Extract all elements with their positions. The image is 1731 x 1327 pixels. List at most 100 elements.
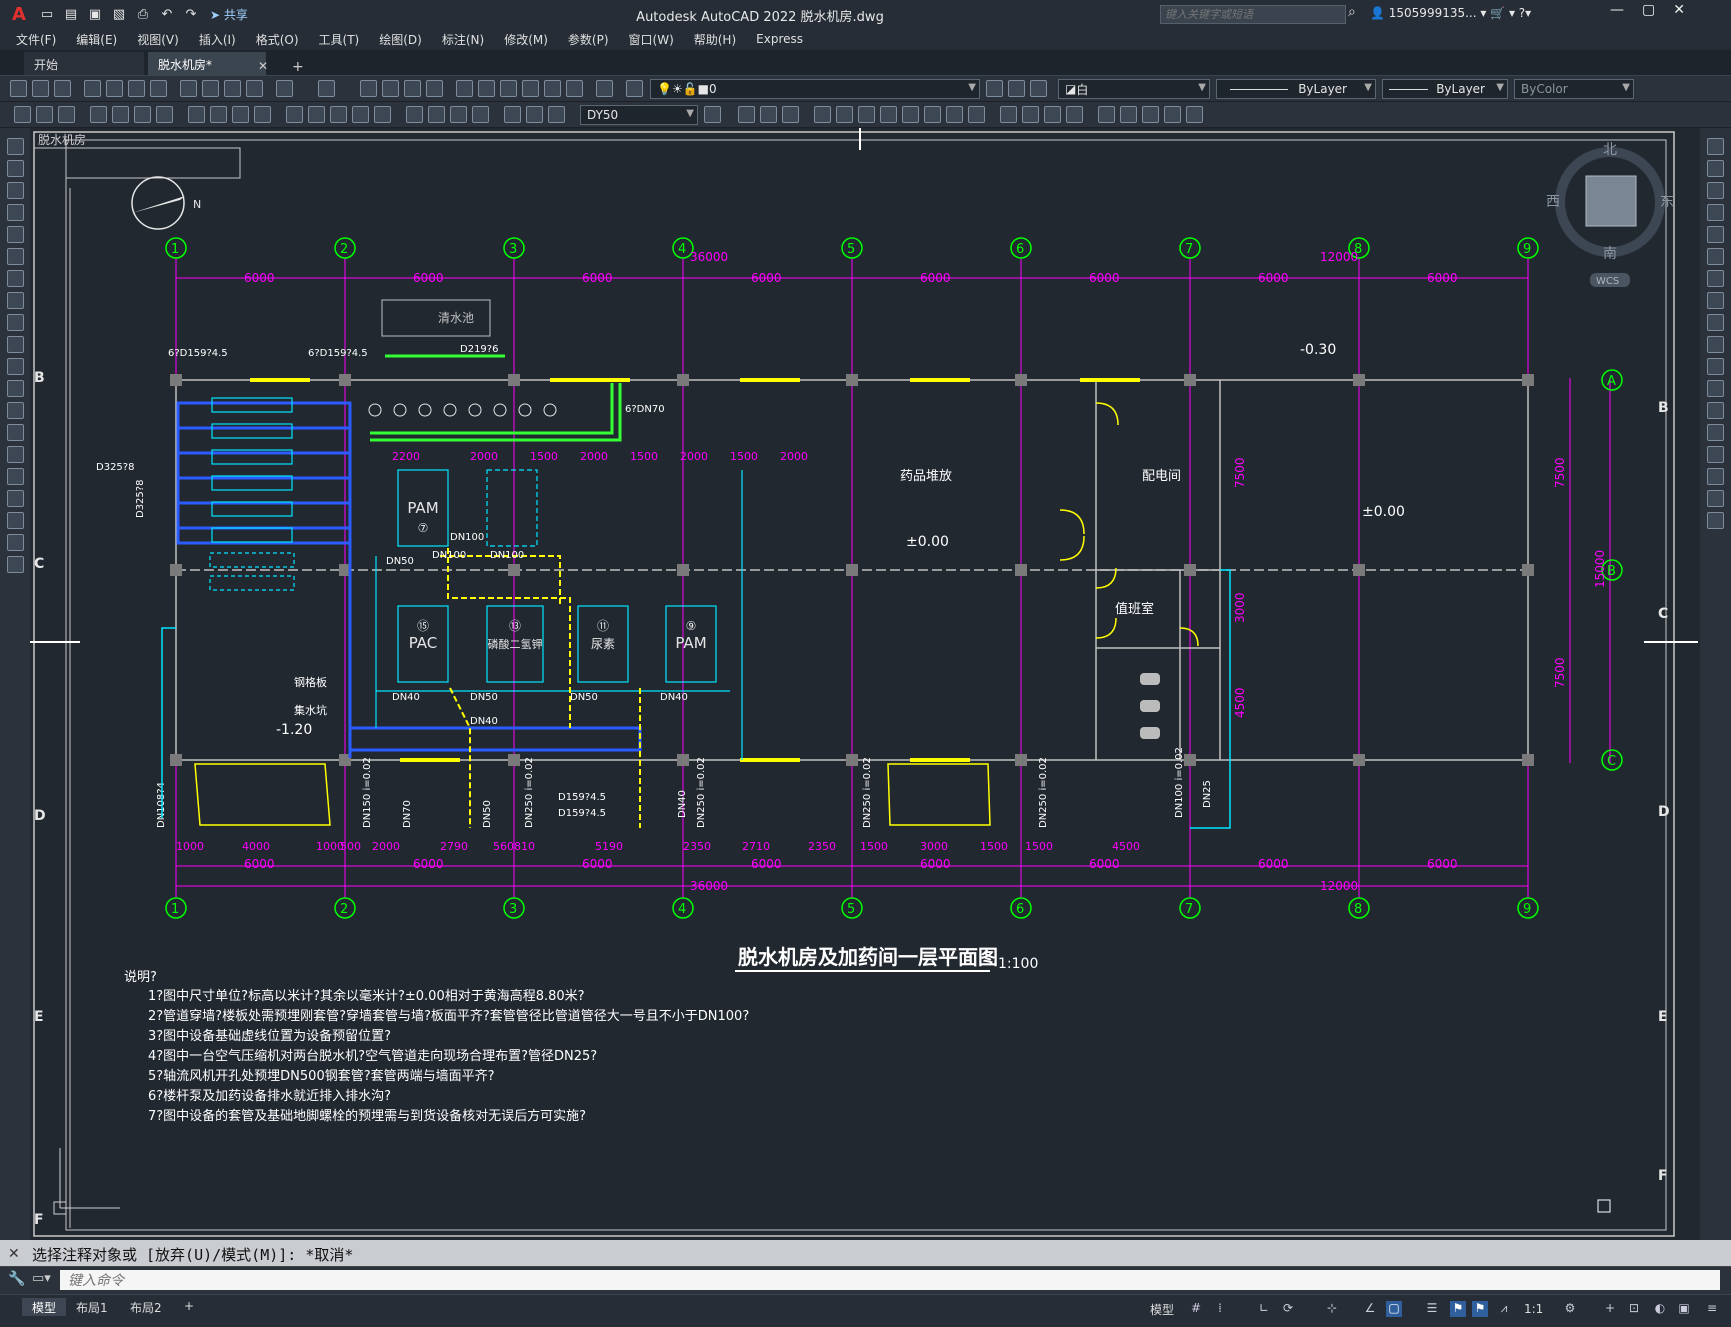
ellipse-icon[interactable]	[7, 336, 24, 353]
search-input[interactable]	[1160, 5, 1346, 24]
dynamic-ucs-icon[interactable]: ▢	[1386, 1301, 1402, 1317]
customize-icon[interactable]: ≡	[1704, 1301, 1720, 1317]
hatch-icon[interactable]	[7, 446, 24, 463]
search-icon[interactable]: ⌕	[1348, 4, 1368, 24]
r-erase-icon[interactable]	[1707, 138, 1724, 155]
r-rotate-icon[interactable]	[1707, 270, 1724, 287]
layer-manager-icon[interactable]	[626, 80, 643, 97]
qnew-icon[interactable]	[10, 80, 27, 97]
command-recent-icon[interactable]: ▭▾	[32, 1271, 51, 1286]
calculator-icon[interactable]	[566, 80, 583, 97]
polyline-icon[interactable]	[7, 182, 24, 199]
ortho-toggle-icon[interactable]: ∟	[1256, 1301, 1272, 1317]
dim-linear-icon[interactable]	[90, 106, 107, 123]
share-button[interactable]: ➤ 共享	[210, 6, 248, 23]
linetype-combo[interactable]: ByLayer ▼	[1216, 79, 1376, 99]
annotation-visibility-icon[interactable]: ⚑	[1450, 1301, 1466, 1317]
maximize-button[interactable]: ▢	[1642, 2, 1655, 18]
units-icon[interactable]: ⊡	[1626, 1301, 1642, 1317]
annotation-monitor-icon[interactable]: +	[1602, 1301, 1618, 1317]
menu-parameter[interactable]: 参数(P)	[568, 31, 609, 48]
dim-update-icon[interactable]	[548, 106, 565, 123]
model-space-button[interactable]: 模型	[1150, 1301, 1174, 1318]
construction-line-icon[interactable]	[7, 160, 24, 177]
dim-continue-icon[interactable]	[330, 106, 347, 123]
arc-icon[interactable]	[7, 248, 24, 265]
redo-tool-icon[interactable]	[318, 80, 335, 97]
tab-layout2[interactable]: 布局2	[120, 1298, 172, 1316]
dim-baseline-icon[interactable]	[308, 106, 325, 123]
blend-icon[interactable]	[1120, 106, 1137, 123]
plotstyle-combo[interactable]: ByColor ▼	[1514, 79, 1634, 99]
menu-help[interactable]: 帮助(H)	[694, 31, 736, 48]
layer-combo[interactable]: 💡☀🔓■ 0 ▼	[650, 79, 980, 99]
dimstyle-combo[interactable]: DY50 ▼	[580, 105, 698, 125]
cut-icon[interactable]	[150, 80, 167, 97]
undo-icon[interactable]: ↶	[156, 3, 178, 25]
line-icon[interactable]	[7, 138, 24, 155]
ws-settings-icon[interactable]	[58, 106, 75, 123]
zoom-realtime-icon[interactable]	[382, 80, 399, 97]
revcloud-icon[interactable]	[7, 292, 24, 309]
tab-layout1[interactable]: 布局1	[66, 1298, 118, 1316]
tool-palette-icon[interactable]	[500, 80, 517, 97]
trim-icon[interactable]	[946, 106, 963, 123]
chamfer-icon[interactable]	[1044, 106, 1061, 123]
copy-obj-icon[interactable]	[760, 106, 777, 123]
dim-jogged-icon[interactable]	[210, 106, 227, 123]
dim-aligned-icon[interactable]	[112, 106, 129, 123]
offset-icon[interactable]	[814, 106, 831, 123]
stretch-icon[interactable]	[924, 106, 941, 123]
dim-space-icon[interactable]	[352, 106, 369, 123]
r-break-icon[interactable]	[1707, 380, 1724, 397]
mirror-icon[interactable]	[782, 106, 799, 123]
menu-draw[interactable]: 绘图(D)	[379, 31, 422, 48]
grid-toggle-icon[interactable]: #	[1188, 1301, 1204, 1317]
r-pedit-icon[interactable]	[1707, 512, 1724, 529]
user-account[interactable]: 👤 1505999135... ▾ 🛒 ▾ ?▾	[1370, 6, 1531, 20]
command-wrench-icon[interactable]: 🔧	[8, 1271, 25, 1287]
menu-modify[interactable]: 修改(M)	[504, 31, 548, 48]
point-icon[interactable]	[7, 424, 24, 441]
r-chamfer-icon[interactable]	[1707, 424, 1724, 441]
circle-icon[interactable]	[7, 270, 24, 287]
dim-diameter-icon[interactable]	[232, 106, 249, 123]
workspace-switch-icon[interactable]: ⚙	[1562, 1301, 1578, 1317]
open-icon[interactable]: ▤	[60, 3, 82, 25]
preview-icon[interactable]	[106, 80, 123, 97]
explode-icon[interactable]	[1098, 106, 1115, 123]
match-prop-icon[interactable]	[224, 80, 241, 97]
ws-save-icon[interactable]	[36, 106, 53, 123]
save-file-icon[interactable]	[54, 80, 71, 97]
pan-icon[interactable]	[360, 80, 377, 97]
sheet-set-icon[interactable]	[522, 80, 539, 97]
r-array-icon[interactable]	[1707, 226, 1724, 243]
annotation-scale-icon[interactable]: ⩘	[1496, 1301, 1512, 1317]
erase-icon[interactable]	[738, 106, 755, 123]
menu-dimension[interactable]: 标注(N)	[442, 31, 484, 48]
copy-icon[interactable]	[180, 80, 197, 97]
spline-icon[interactable]	[7, 314, 24, 331]
paste-icon[interactable]	[202, 80, 219, 97]
polygon-icon[interactable]	[7, 204, 24, 221]
workspace-icon[interactable]	[14, 106, 31, 123]
scale-icon[interactable]	[902, 106, 919, 123]
lineweight-combo[interactable]: ByLayer ▼	[1382, 79, 1508, 99]
spline-edit-icon[interactable]	[1164, 106, 1181, 123]
extend-icon[interactable]	[968, 106, 985, 123]
inspection-icon[interactable]	[450, 106, 467, 123]
r-explode-icon[interactable]	[1707, 490, 1724, 507]
scale-value[interactable]: 1:1	[1524, 1302, 1543, 1316]
region-icon[interactable]	[7, 490, 24, 507]
r-fillet-icon[interactable]	[1707, 446, 1724, 463]
publish-icon[interactable]	[128, 80, 145, 97]
dim-break-icon[interactable]	[374, 106, 391, 123]
menu-tools[interactable]: 工具(T)	[319, 31, 360, 48]
design-center-icon[interactable]	[478, 80, 495, 97]
array-icon[interactable]	[836, 106, 853, 123]
rotate-icon[interactable]	[880, 106, 897, 123]
r-join-icon[interactable]	[1707, 402, 1724, 419]
drawing-canvas[interactable]: 脱水机房 B C D E F B C D E F N 北 南 西 东 WCS 1…	[30, 128, 1700, 1240]
layer-iso-icon[interactable]	[1030, 80, 1047, 97]
color-combo[interactable]: ◪ 白 ▼	[1058, 79, 1210, 99]
